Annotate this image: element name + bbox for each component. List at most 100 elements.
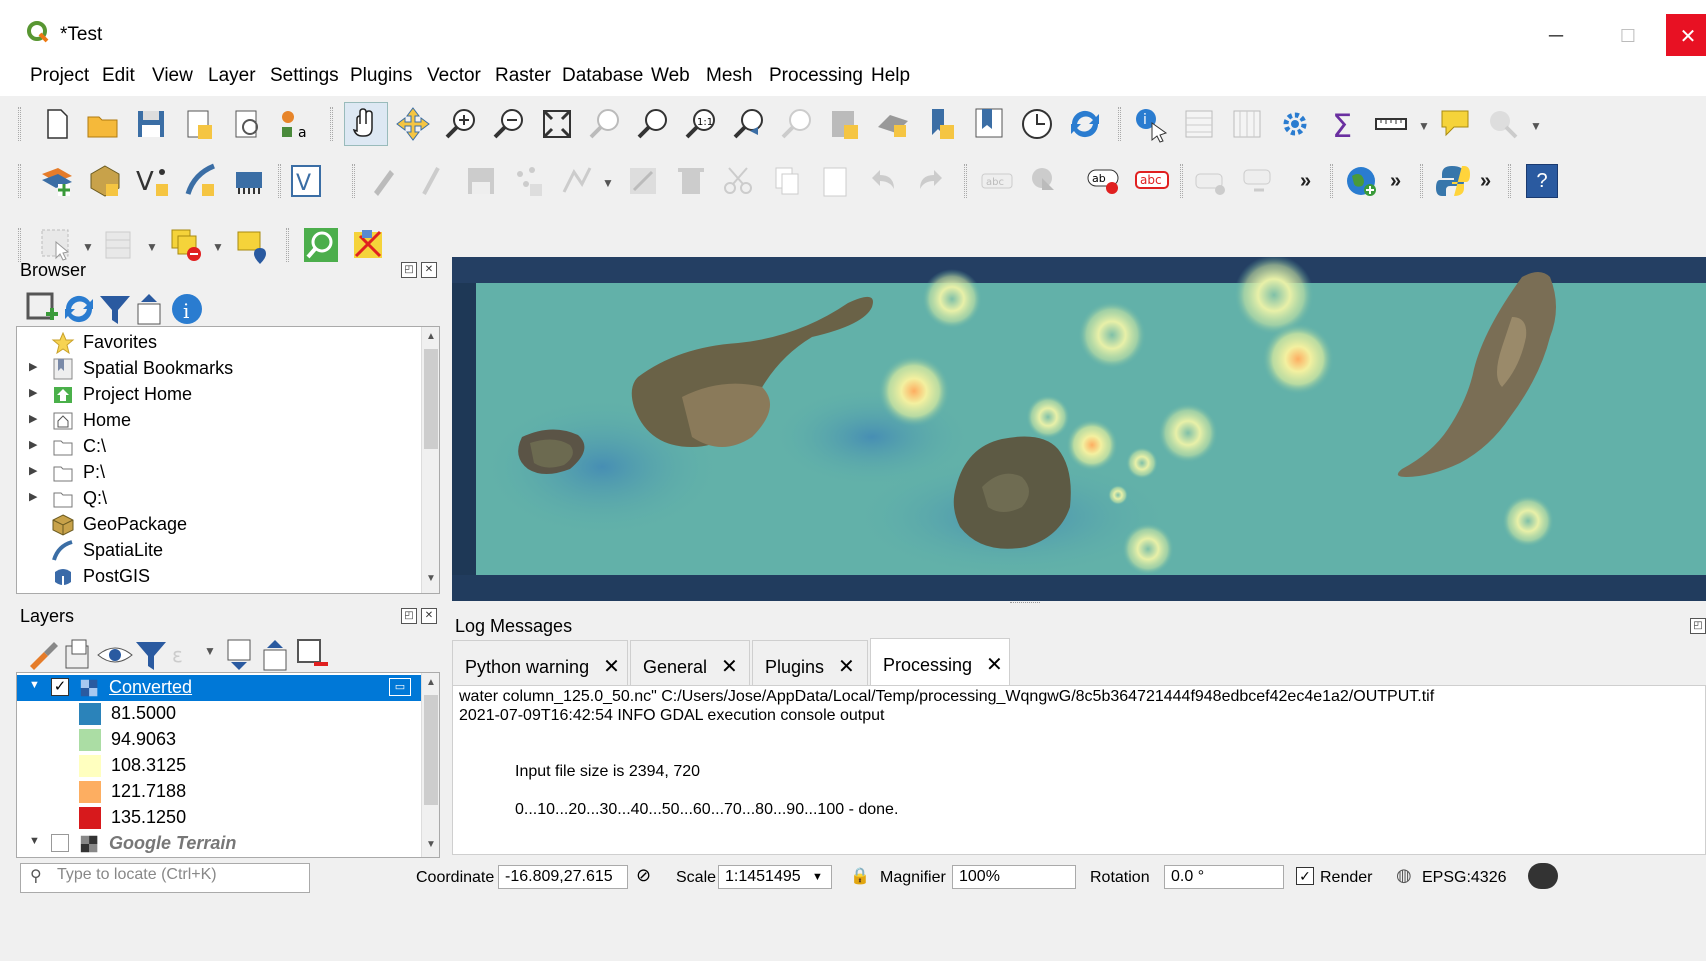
show-hide-labels-icon[interactable] [1192,162,1230,200]
expand-arrow-icon[interactable]: ▶ [29,360,37,373]
info-icon[interactable]: i [168,290,202,324]
modify-attributes-icon[interactable] [624,162,662,200]
menu-database[interactable]: Database [562,65,643,87]
new-print-layout-icon[interactable] [180,105,218,143]
new-virtual-layer-icon[interactable]: V [288,162,326,200]
delete-selected-icon[interactable] [672,162,710,200]
map-canvas[interactable] [452,257,1706,601]
messages-icon[interactable] [1528,863,1558,889]
menu-view[interactable]: View [152,65,193,87]
crs-globe-icon[interactable]: ◍ [1396,865,1412,886]
zoom-next-icon[interactable] [778,105,816,143]
browser-item-spatial-bookmarks[interactable]: ▶ Spatial Bookmarks [17,356,439,382]
layer-labeling-icon[interactable]: abc [978,162,1016,200]
close-tab-icon[interactable]: ✕ [986,652,1003,677]
scroll-up-icon[interactable]: ▲ [424,331,438,345]
save-project-icon[interactable] [132,105,170,143]
tab-plugins[interactable]: Plugins ✕ [752,640,868,686]
select-value-dropdown-icon[interactable]: ▼ [146,240,158,254]
pin-unpin-labels-icon[interactable]: abc [1134,162,1172,200]
close-button[interactable]: ✕ [1666,14,1706,60]
zoom-to-selection-icon[interactable] [586,105,624,143]
add-group-icon[interactable] [60,636,89,669]
scroll-thumb[interactable] [424,349,438,449]
log-output[interactable]: water column_125.0_50.nc" C:/Users/Jose/… [452,685,1706,855]
zoom-full-icon[interactable] [538,105,576,143]
zoom-native-icon[interactable]: 1:1 [682,105,720,143]
new-geopackage-layer-icon[interactable] [86,162,124,200]
collapse-arrow-icon[interactable]: ▼ [29,835,40,847]
maximize-button[interactable]: ☐ [1606,14,1650,58]
minimize-button[interactable]: ─ [1534,14,1578,58]
scale-dropdown-icon[interactable]: ▼ [812,871,823,883]
browser-item-geopackage[interactable]: GeoPackage [17,512,439,538]
browser-item-project-home[interactable]: ▶ Project Home [17,382,439,408]
tab-general[interactable]: General ✕ [630,640,750,686]
style-manager-icon[interactable]: a [276,105,314,143]
current-edits-icon[interactable] [414,162,452,200]
menu-processing[interactable]: Processing [769,65,863,87]
filter-by-expression-icon[interactable]: ε [168,636,196,667]
splitter-handle[interactable] [1010,602,1040,608]
open-project-icon[interactable] [84,105,122,143]
move-label-icon[interactable] [1240,162,1278,200]
menu-vector[interactable]: Vector [427,65,481,87]
processing-toolbox-icon[interactable] [1276,105,1314,143]
open-attribute-table-icon[interactable] [1180,105,1218,143]
menu-settings[interactable]: Settings [270,65,339,87]
rotation-spinbox[interactable]: 0.0 ° [1164,865,1284,889]
pan-map-icon[interactable] [344,102,388,146]
toggle-editing-icon[interactable] [366,162,404,200]
browser-item-drive-p[interactable]: ▶ P:\ [17,460,439,486]
expand-arrow-icon[interactable]: ▶ [29,412,37,425]
browser-item-drive-c[interactable]: ▶ C:\ [17,434,439,460]
close-tab-icon[interactable]: ✕ [721,654,738,679]
highlight-pinned-labels-icon[interactable]: ab [1086,162,1124,200]
cut-features-icon[interactable] [720,162,758,200]
float-panel-icon[interactable]: ◰ [401,608,417,624]
scroll-up-icon[interactable]: ▲ [424,677,438,691]
float-panel-icon[interactable]: ◰ [1690,618,1706,634]
browser-item-spatialite[interactable]: SpatiaLite [17,538,439,564]
render-checkbox[interactable]: ✓ [1296,867,1314,885]
refresh-icon[interactable] [60,290,93,323]
float-panel-icon[interactable]: ◰ [401,262,417,278]
add-layers-icon[interactable] [24,290,58,320]
deselect-dropdown-icon[interactable]: ▼ [212,240,224,254]
lock-icon[interactable]: 🔒 [850,866,870,886]
layer-item-google-terrain[interactable]: ▼ Google Terrain [17,831,439,857]
quick-settings-icon[interactable] [350,226,388,264]
new-spatialite-layer-icon[interactable] [182,162,220,200]
new-3d-map-view-icon[interactable] [874,105,912,143]
scroll-thumb[interactable] [424,695,438,805]
browser-item-drive-q[interactable]: ▶ Q:\ [17,486,439,512]
coordinate-field[interactable]: -16.809,27.615 [498,865,628,889]
expand-arrow-icon[interactable]: ▶ [29,490,37,503]
close-panel-icon[interactable]: ✕ [421,608,437,624]
browser-item-home[interactable]: ▶ Home [17,408,439,434]
scroll-down-icon[interactable]: ▼ [424,839,438,853]
tab-python-warning[interactable]: Python warning ✕ [452,640,628,686]
filter-dropdown-icon[interactable]: ▼ [204,644,216,658]
close-tab-icon[interactable]: ✕ [838,654,855,679]
temporal-controller-icon[interactable] [1018,105,1056,143]
tab-processing[interactable]: Processing ✕ [870,638,1010,686]
crs-button[interactable]: EPSG:4326 [1422,869,1507,887]
layer-diagram-icon[interactable] [1026,162,1064,200]
layer-indicator-icon[interactable]: ▭ [389,678,411,696]
menu-plugins[interactable]: Plugins [350,65,412,87]
menu-edit[interactable]: Edit [102,65,135,87]
paste-features-icon[interactable] [816,162,854,200]
layers-scrollbar[interactable]: ▲ ▼ [421,673,439,857]
menu-web[interactable]: Web [651,65,690,87]
expand-arrow-icon[interactable]: ▶ [29,464,37,477]
zoom-last-icon[interactable] [730,105,768,143]
new-temporary-layer-icon[interactable] [230,162,268,200]
browser-scrollbar[interactable]: ▲ ▼ [421,327,439,593]
layer-item-converted[interactable]: ▼ ✓ Converted ▭ [17,675,439,701]
expand-all-icon[interactable] [222,636,251,670]
menu-raster[interactable]: Raster [495,65,551,87]
vertex-dropdown-icon[interactable]: ▼ [602,176,614,190]
new-project-icon[interactable] [38,105,76,143]
help-icon[interactable]: ? [1526,164,1558,198]
